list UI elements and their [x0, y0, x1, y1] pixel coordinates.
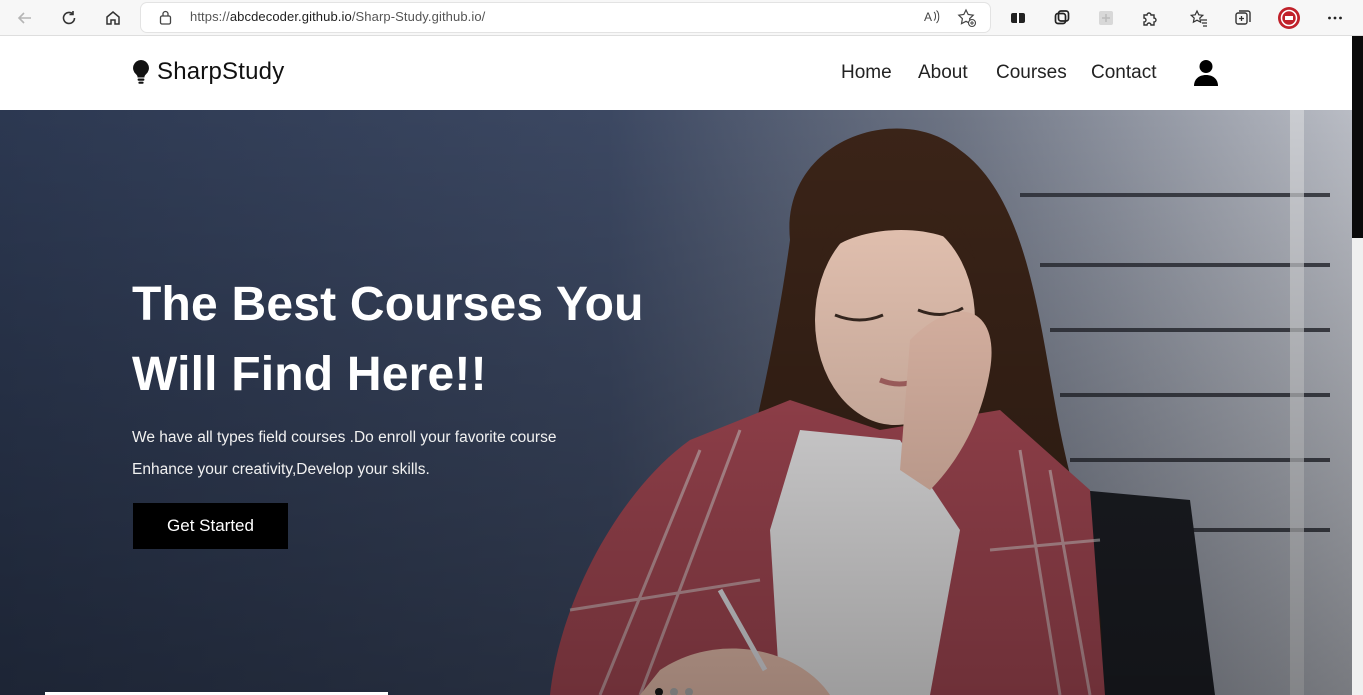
- site-logo[interactable]: SharpStudy: [132, 58, 284, 86]
- lightbulb-icon: [133, 60, 149, 84]
- browser-toolbar: https://abcdecoder.github.io/Sharp-Study…: [0, 0, 1363, 36]
- hero-description: We have all types field courses .Do enro…: [132, 422, 692, 486]
- hero-text-line-1: We have all types field courses .Do enro…: [132, 429, 557, 446]
- back-button[interactable]: [11, 4, 39, 32]
- svg-text:A: A: [924, 10, 932, 24]
- home-button[interactable]: [99, 4, 127, 32]
- extension-button-1[interactable]: [1048, 4, 1076, 32]
- hero-title-line-2: Will Find Here!!: [132, 348, 487, 401]
- get-started-button[interactable]: Get Started: [133, 503, 288, 549]
- nav-about[interactable]: About: [918, 62, 968, 84]
- address-bar[interactable]: https://abcdecoder.github.io/Sharp-Study…: [141, 3, 990, 32]
- hero-section: The Best Courses You Will Find Here!! We…: [0, 110, 1352, 695]
- copy-extension-icon: [1054, 10, 1070, 25]
- extension-button-2[interactable]: [1092, 4, 1120, 32]
- home-icon: [106, 11, 120, 25]
- more-dots-icon: [1328, 16, 1342, 20]
- lock-icon: [159, 10, 172, 25]
- grid-extension-icon: [1099, 11, 1113, 25]
- scrollbar-thumb[interactable]: [1352, 36, 1363, 238]
- reader-icon: [1011, 13, 1025, 23]
- site-header: SharpStudy Home About Courses Contact: [0, 36, 1352, 110]
- url-text[interactable]: https://abcdecoder.github.io/Sharp-Study…: [190, 9, 485, 24]
- favorites-button[interactable]: [1185, 4, 1213, 32]
- extensions-button[interactable]: [1136, 4, 1164, 32]
- nav-courses[interactable]: Courses: [996, 62, 1067, 84]
- collections-button[interactable]: [1229, 4, 1257, 32]
- url-scheme: https://: [190, 9, 230, 24]
- immersive-reader-button[interactable]: [1004, 4, 1032, 32]
- profile-button[interactable]: [1275, 4, 1303, 32]
- url-host: abcdecoder.github.io: [229, 9, 352, 24]
- arrow-left-icon: [17, 12, 31, 24]
- slider-dots: [655, 688, 693, 695]
- profile-avatar-icon: [1278, 7, 1300, 29]
- settings-menu-button[interactable]: [1321, 4, 1349, 32]
- hero-text-line-2: Enhance your creativity,Develop your ski…: [132, 461, 430, 478]
- slider-dot-1[interactable]: [655, 688, 663, 695]
- user-icon[interactable]: [1193, 59, 1219, 87]
- hero-title-line-1: The Best Courses You: [132, 278, 644, 331]
- collections-icon: [1235, 10, 1251, 25]
- reload-button[interactable]: [55, 4, 83, 32]
- brand-name: SharpStudy: [157, 58, 285, 85]
- read-aloud-icon[interactable]: A: [923, 8, 941, 26]
- url-path: /Sharp-Study.github.io/: [351, 9, 486, 24]
- slider-dot-3[interactable]: [685, 688, 693, 695]
- reload-icon: [62, 11, 76, 25]
- slider-dot-2[interactable]: [670, 688, 678, 695]
- nav-contact[interactable]: Contact: [1091, 62, 1156, 84]
- puzzle-icon: [1143, 12, 1157, 26]
- add-favorite-icon[interactable]: [957, 8, 977, 28]
- nav-home[interactable]: Home: [841, 62, 892, 84]
- favorites-icon: [1190, 9, 1207, 27]
- hero-title: The Best Courses You Will Find Here!!: [132, 270, 732, 410]
